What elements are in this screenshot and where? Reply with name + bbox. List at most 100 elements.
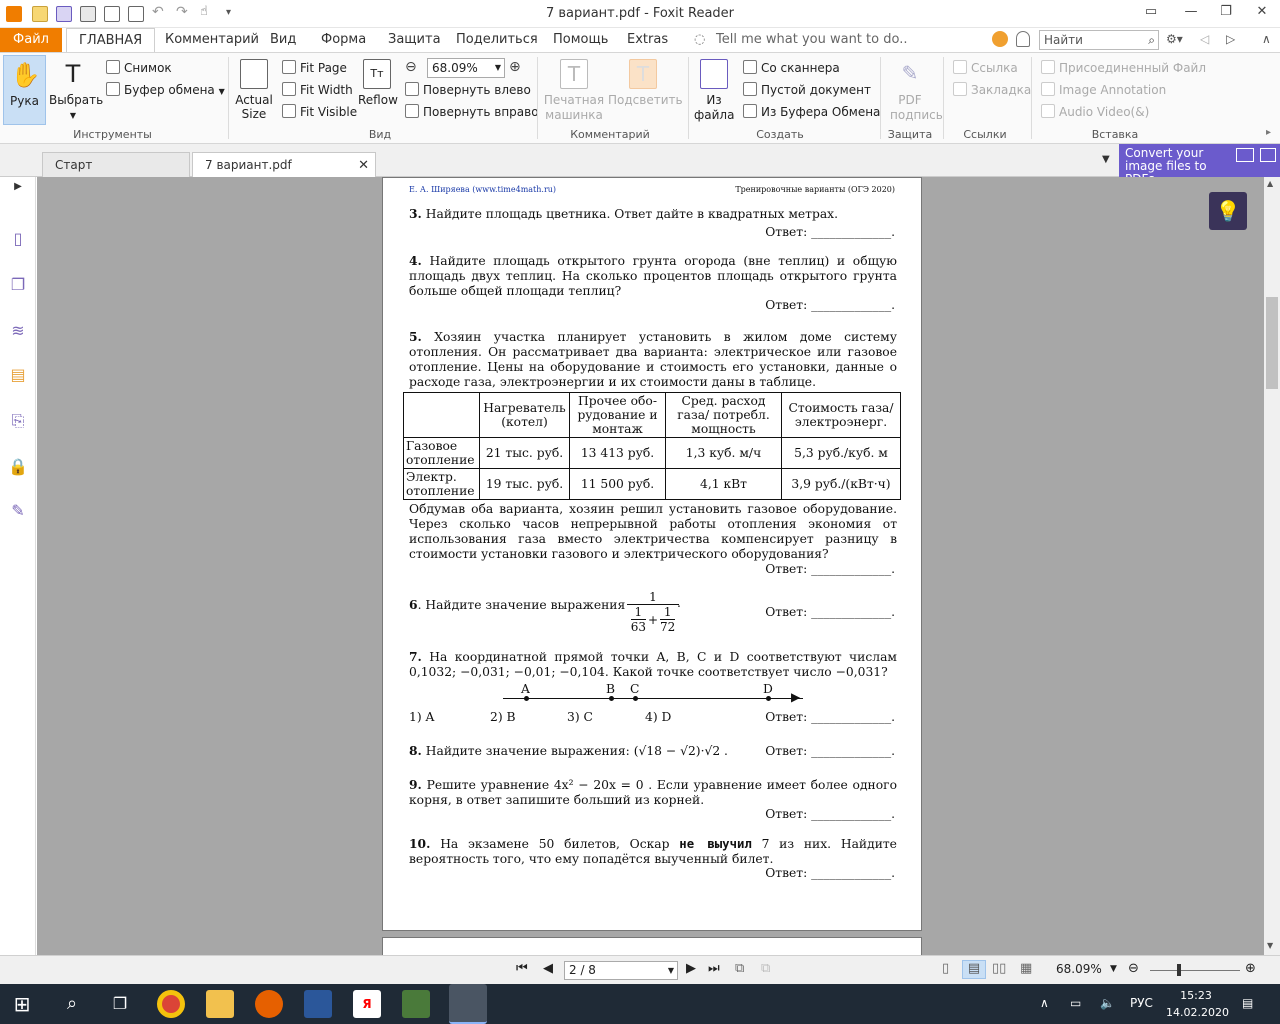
network-icon[interactable]: ▭ <box>1070 996 1081 1010</box>
typewriter-button[interactable]: T Печатная машинка <box>543 59 605 123</box>
first-page-icon[interactable]: ⏮ <box>516 961 528 976</box>
page-number-input[interactable]: 2 / 8 ▼ <box>564 961 678 980</box>
notifications-icon[interactable]: ▤ <box>1242 996 1253 1010</box>
zoom-out-icon[interactable]: ⊖ <box>405 59 417 75</box>
comments-icon[interactable]: ▤ <box>8 365 28 385</box>
actual-size-button[interactable]: Actual Size <box>234 59 274 121</box>
clipboard-button[interactable]: Буфер обмена ▼ <box>106 82 225 97</box>
collapse-ribbon-icon[interactable]: ∧ <box>1262 32 1271 46</box>
search-icon[interactable]: ⌕ <box>1148 31 1155 49</box>
clock[interactable]: 15:23 14.02.2020 <box>1166 987 1229 1021</box>
facing-view-icon[interactable]: ▯▯ <box>992 961 1006 976</box>
task-view-icon[interactable]: ❐ <box>106 990 134 1018</box>
tell-me-input[interactable]: Tell me what you want to do.. <box>716 28 907 52</box>
image-annotation-button[interactable]: Image Annotation <box>1041 82 1166 97</box>
show-hidden-icons-icon[interactable]: ∧ <box>1040 996 1049 1010</box>
ribbon-scroll-icon[interactable]: ▸ <box>1266 127 1271 138</box>
hand-tool-button[interactable]: ✋ Рука <box>3 55 46 125</box>
layers-icon[interactable]: ≋ <box>8 321 28 341</box>
tab-view[interactable]: Вид <box>270 28 296 52</box>
select-tool-button[interactable]: T Выбрать ▼ <box>49 59 103 121</box>
fit-width-button[interactable]: Fit Width <box>282 82 353 97</box>
pdf-sign-button[interactable]: ✎ PDF подпись <box>890 59 943 123</box>
game-icon[interactable] <box>402 990 430 1018</box>
language-indicator[interactable]: РУС <box>1130 996 1153 1010</box>
foxit-reader-icon[interactable] <box>449 984 487 1024</box>
feedback-icon[interactable] <box>992 31 1008 47</box>
rotate-right-button[interactable]: Повернуть вправо <box>405 104 539 119</box>
forward-icon[interactable]: ▷ <box>1226 32 1235 46</box>
yandex-browser-icon[interactable]: Я <box>353 990 381 1018</box>
tab-document[interactable]: 7 вариант.pdf ✕ <box>192 152 376 177</box>
from-scanner-button[interactable]: Со сканнера <box>743 60 840 75</box>
scrollbar-thumb[interactable] <box>1266 297 1278 389</box>
scroll-down-icon[interactable]: ▼ <box>1267 941 1273 950</box>
signature-icon[interactable]: ✎ <box>8 501 28 521</box>
attachments-icon[interactable]: ⎘ <box>8 411 28 431</box>
tab-form[interactable]: Форма <box>321 28 366 52</box>
tabs-dropdown-icon[interactable]: ▼ <box>1102 154 1110 165</box>
reflow-button[interactable]: Tт Reflow <box>358 59 398 107</box>
next-page-icon[interactable]: ▶ <box>686 961 696 976</box>
file-explorer-icon[interactable] <box>206 990 234 1018</box>
zoom-dropdown-icon[interactable]: ▼ <box>1110 964 1117 974</box>
restore-button[interactable]: ❐ <box>1215 4 1237 24</box>
tab-start[interactable]: Старт <box>42 152 190 177</box>
audio-video-button[interactable]: Audio Video(&) <box>1041 104 1149 119</box>
zoom-in-icon[interactable]: ⊕ <box>509 59 521 75</box>
convert-promo-banner[interactable]: Convert your image files to PDFs <box>1119 144 1280 186</box>
zoom-in-icon[interactable]: ⊕ <box>1245 961 1256 976</box>
single-page-view-icon[interactable]: ▯ <box>942 961 949 976</box>
snapshot-button[interactable]: Снимок <box>106 60 172 75</box>
highlight-button[interactable]: T Подсветить <box>608 59 683 107</box>
pages-icon[interactable]: ❐ <box>8 275 28 295</box>
continuous-facing-view-icon[interactable]: ▦ <box>1020 961 1032 976</box>
from-clipboard-button[interactable]: Из Буфера Обмена <box>743 104 880 119</box>
close-promo-icon[interactable] <box>1260 148 1276 162</box>
zoom-slider-handle[interactable] <box>1177 964 1181 976</box>
link-button[interactable]: Ссылка <box>953 60 1018 75</box>
chrome-icon[interactable] <box>157 990 185 1018</box>
rotate-left-button[interactable]: Повернуть влево <box>405 82 531 97</box>
zoom-out-icon[interactable]: ⊖ <box>1128 961 1139 976</box>
bookmarks-icon[interactable]: ▯ <box>8 229 28 249</box>
search-icon[interactable]: ⌕ <box>58 990 86 1018</box>
tab-comment[interactable]: Комментарий <box>165 28 259 52</box>
document-viewport[interactable]: Е. А. Ширяева (www.time4math.ru) Трениро… <box>37 177 1264 955</box>
fit-page-button[interactable]: Fit Page <box>282 60 347 75</box>
bookmark-button[interactable]: Закладка <box>953 82 1031 97</box>
back-icon[interactable]: ◁ <box>1200 32 1209 46</box>
blank-document-button[interactable]: Пустой документ <box>743 82 871 97</box>
ribbon-display-icon[interactable]: ▭ <box>1140 4 1162 24</box>
account-icon[interactable] <box>1016 31 1030 47</box>
tab-home[interactable]: ГЛАВНАЯ <box>66 28 156 52</box>
tab-share[interactable]: Поделиться <box>456 28 538 52</box>
scroll-up-icon[interactable]: ▲ <box>1267 179 1273 188</box>
close-button[interactable]: ✕ <box>1251 4 1273 24</box>
lightbulb-tip-icon[interactable]: 💡 <box>1209 192 1247 230</box>
vertical-scrollbar[interactable]: ▲ ▼ <box>1264 177 1280 955</box>
volume-icon[interactable]: 🔈 <box>1100 996 1115 1010</box>
file-menu[interactable]: Файл <box>0 28 62 52</box>
security-icon[interactable]: 🔒 <box>8 457 28 477</box>
insert-page-icon[interactable]: ⧉ <box>761 961 770 976</box>
windows-start-icon[interactable]: ⊞ <box>8 990 36 1018</box>
fit-visible-button[interactable]: Fit Visible <box>282 104 357 119</box>
tab-extras[interactable]: Extras <box>627 28 668 52</box>
minimize-button[interactable]: — <box>1180 4 1202 24</box>
firefox-icon[interactable] <box>255 990 283 1018</box>
previous-page-icon[interactable]: ◀ <box>543 961 553 976</box>
zoom-slider[interactable] <box>1150 970 1240 971</box>
continuous-view-icon[interactable]: ▤ <box>962 960 986 979</box>
from-file-button[interactable]: Из файла <box>694 59 734 123</box>
close-tab-icon[interactable]: ✕ <box>358 153 369 178</box>
last-page-icon[interactable]: ⏭ <box>708 961 720 976</box>
zoom-select[interactable]: 68.09% ▼ <box>427 58 505 78</box>
search-input[interactable]: Найти ⌕ <box>1039 30 1159 50</box>
tab-protect[interactable]: Защита <box>388 28 441 52</box>
search-options-icon[interactable]: ⚙▾ <box>1166 32 1183 46</box>
expand-panel-icon[interactable]: ▶ <box>8 181 28 201</box>
word-icon[interactable] <box>304 990 332 1018</box>
extract-page-icon[interactable]: ⧉ <box>735 961 744 976</box>
tab-help[interactable]: Помощь <box>553 28 608 52</box>
